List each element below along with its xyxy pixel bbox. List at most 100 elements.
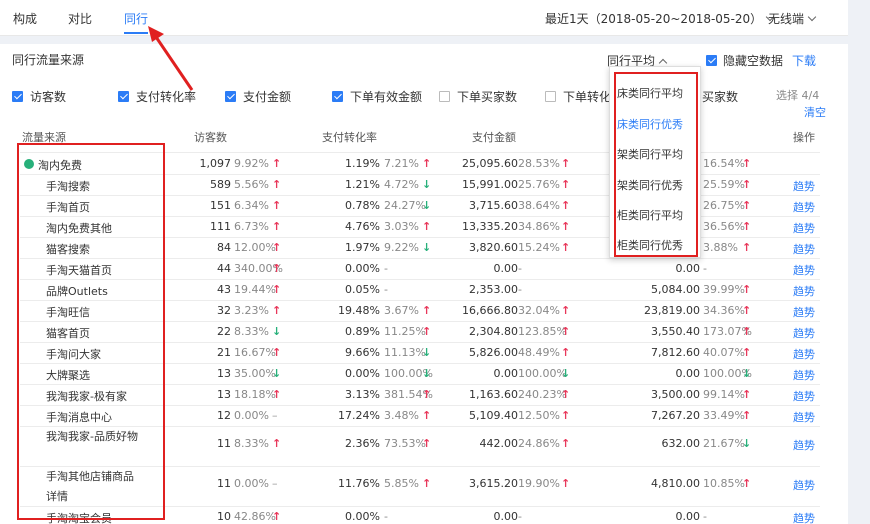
- order-amount-change: 10.85%: [703, 477, 745, 490]
- payment-value: 0.00: [493, 262, 519, 275]
- metric-order-buyers[interactable]: 下单买家数: [439, 88, 517, 105]
- metric-label: 下单买家数: [457, 90, 518, 104]
- conversion-change: 5.85%: [384, 477, 419, 490]
- visitors-change: 19.44%: [234, 283, 276, 296]
- order-amount-change: 3.88%: [703, 241, 738, 254]
- conversion-value: 2.36%: [345, 437, 380, 450]
- trend-link[interactable]: 趋势: [793, 325, 815, 341]
- tab-compare[interactable]: 对比: [68, 10, 92, 27]
- change-up-icon: ↑: [272, 199, 282, 212]
- metric-visitors[interactable]: 访客数: [12, 88, 66, 105]
- conversion-value: 0.78%: [345, 199, 380, 212]
- payment-change: 15.24%: [518, 241, 560, 254]
- device-select[interactable]: 无线端: [768, 10, 817, 27]
- checkbox-icon[interactable]: [12, 91, 23, 102]
- metric-payment[interactable]: 支付金额: [225, 88, 291, 105]
- order-amount-change: 21.67%: [703, 437, 745, 450]
- date-range-select[interactable]: 最近1天（2018-05-20~2018-05-20）: [545, 10, 775, 27]
- change-up-icon: ↑: [272, 388, 282, 401]
- conversion-value: 0.00%: [345, 262, 380, 275]
- trend-link[interactable]: 趋势: [793, 304, 815, 320]
- download-button[interactable]: 下载: [792, 52, 816, 69]
- hide-empty-toggle[interactable]: 隐藏空数据: [706, 52, 783, 69]
- change-up-icon: ↑: [561, 157, 571, 170]
- change-down-icon: ↓: [422, 178, 432, 191]
- tab-composition[interactable]: 构成: [13, 10, 37, 27]
- change-up-icon: ↑: [561, 325, 571, 338]
- trend-link[interactable]: 趋势: [793, 510, 815, 524]
- order-amount-value: 3,500.00: [651, 388, 700, 401]
- change-up-icon: ↑: [422, 304, 432, 317]
- trend-link[interactable]: 趋势: [793, 220, 815, 236]
- change-up-icon: ↑: [272, 283, 282, 296]
- annotation-arrow-icon: [148, 26, 194, 91]
- date-range-text: 最近1天（2018-05-20~2018-05-20）: [545, 12, 763, 26]
- order-amount-value: 3,550.40: [651, 325, 700, 338]
- change-down-icon: ↓: [272, 367, 282, 380]
- trend-link[interactable]: 趋势: [793, 346, 815, 362]
- header-visitors: 访客数: [194, 131, 227, 144]
- checkbox-hide-empty[interactable]: [706, 55, 717, 66]
- trend-link[interactable]: 趋势: [793, 283, 815, 299]
- change-up-icon: ↑: [742, 477, 752, 490]
- conversion-change: 9.22%: [384, 241, 419, 254]
- order-amount-value: 0.00: [675, 262, 701, 275]
- conversion-change: 3.67%: [384, 304, 419, 317]
- checkbox-icon[interactable]: [118, 91, 129, 102]
- change-up-icon: ↑: [742, 346, 752, 359]
- trend-link[interactable]: 趋势: [793, 262, 815, 278]
- checkbox-icon[interactable]: [439, 91, 450, 102]
- trend-link[interactable]: 趋势: [793, 241, 815, 257]
- trend-link[interactable]: 趋势: [793, 178, 815, 194]
- trend-link[interactable]: 趋势: [793, 367, 815, 383]
- conversion-change: -: [384, 510, 388, 523]
- order-amount-value: 7,267.20: [651, 409, 700, 422]
- order-amount-change: 39.99%: [703, 283, 745, 296]
- visitors-value: 1,097: [199, 157, 232, 170]
- conversion-value: 11.76%: [338, 477, 380, 490]
- metric-order-amount[interactable]: 下单有效金额: [332, 88, 422, 105]
- conversion-change: 3.48%: [384, 409, 419, 422]
- payment-change: 19.90%: [518, 477, 560, 490]
- clear-button[interactable]: 清空: [804, 104, 826, 120]
- change-up-icon: ↑: [561, 199, 571, 212]
- trend-link[interactable]: 趋势: [793, 477, 815, 493]
- payment-change: 48.49%: [518, 346, 560, 359]
- checkbox-icon[interactable]: [545, 91, 556, 102]
- trend-link[interactable]: 趋势: [793, 437, 815, 453]
- conversion-value: 19.48%: [338, 304, 380, 317]
- order-amount-value: 23,819.00: [644, 304, 700, 317]
- payment-value: 5,826.00: [469, 346, 518, 359]
- change-up-icon: ↑: [422, 437, 432, 450]
- trend-link[interactable]: 趋势: [793, 199, 815, 215]
- change-up-icon: ↑: [422, 220, 432, 233]
- visitors-change: 9.92%: [234, 157, 269, 170]
- payment-value: 25,095.60: [462, 157, 518, 170]
- visitors-change: 16.67%: [234, 346, 276, 359]
- change-up-icon: ↑: [561, 178, 571, 191]
- payment-value: 2,353.00: [469, 283, 518, 296]
- payment-value: 0.00: [493, 510, 519, 523]
- visitors-change: 0.00%: [234, 409, 269, 422]
- payment-value: 3,715.60: [469, 199, 518, 212]
- visitors-value: 13: [217, 367, 231, 380]
- visitors-change: 8.33%: [234, 325, 269, 338]
- checkbox-icon[interactable]: [225, 91, 236, 102]
- change-up-icon: ↑: [272, 304, 282, 317]
- trend-link[interactable]: 趋势: [793, 409, 815, 425]
- conversion-value: 3.13%: [345, 388, 380, 401]
- change-down-icon: ↓: [422, 346, 432, 359]
- conversion-change: 11.25%: [384, 325, 426, 338]
- visitors-value: 151: [210, 199, 231, 212]
- trend-link[interactable]: 趋势: [793, 388, 815, 404]
- conversion-value: 0.05%: [345, 283, 380, 296]
- change-up-icon: ↑: [422, 157, 432, 170]
- visitors-change: 5.56%: [234, 178, 269, 191]
- visitors-change: 3.23%: [234, 304, 269, 317]
- visitors-change: 35.00%: [234, 367, 276, 380]
- checkbox-icon[interactable]: [332, 91, 343, 102]
- change-up-icon: ↑: [561, 241, 571, 254]
- order-amount-value: 7,812.60: [651, 346, 700, 359]
- metric-order-conversion[interactable]: 下单转化: [545, 88, 611, 105]
- change-down-icon: ↓: [561, 367, 571, 380]
